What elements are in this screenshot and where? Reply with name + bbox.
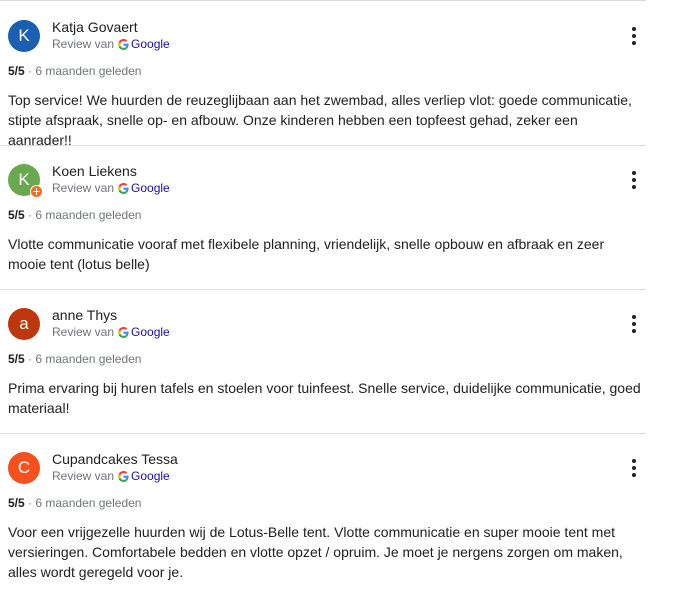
review-card: K Katja Govaert Review van Google 5/5 · 6… — [0, 0, 646, 148]
google-g-icon — [118, 39, 129, 50]
review-source-prefix: Review van — [52, 325, 115, 339]
review-source-link[interactable]: Google — [131, 37, 170, 51]
review-card: a anne Thys Review van Google 5/5 · 6 maa… — [0, 289, 646, 433]
review-source-prefix: Review van — [52, 469, 115, 483]
google-g-icon — [118, 183, 129, 194]
avatar[interactable]: K — [8, 164, 43, 198]
rating: 5/5 — [8, 64, 25, 78]
divider — [0, 145, 646, 146]
reviewer-name[interactable]: anne Thys — [52, 307, 117, 323]
review-source-prefix: Review van — [52, 181, 115, 195]
separator: · — [28, 496, 33, 510]
google-g-icon — [118, 327, 129, 338]
review-list: K Katja Govaert Review van Google 5/5 · 6… — [0, 0, 690, 595]
review-source: Review van Google — [52, 37, 170, 51]
avatar-initial: K — [18, 26, 30, 45]
review-meta: 5/5 · 6 maanden geleden — [8, 496, 141, 510]
avatar-initial: C — [17, 458, 31, 477]
more-options-button[interactable] — [626, 313, 642, 335]
review-source-prefix: Review van — [52, 37, 115, 51]
avatar-initial: a — [19, 314, 29, 333]
local-guide-badge-icon — [30, 185, 43, 198]
review-card: C Cupandcakes Tessa Review van Google 5/5… — [0, 433, 646, 595]
more-options-button[interactable] — [626, 457, 642, 479]
review-source-link[interactable]: Google — [131, 469, 170, 483]
avatar-initial: K — [18, 170, 30, 189]
review-source-link[interactable]: Google — [131, 325, 170, 339]
review-time: 6 maanden geleden — [35, 352, 142, 366]
avatar[interactable]: K — [8, 20, 40, 52]
review-text: Vlotte communicatie vooraf met flexibele… — [8, 236, 605, 272]
review-time: 6 maanden geleden — [35, 208, 142, 222]
reviewer-name[interactable]: Koen Liekens — [52, 163, 137, 179]
separator: · — [28, 352, 33, 366]
review-card: K Koen Liekens Review van Google 5/5 · 6 … — [0, 145, 646, 289]
review-source-link[interactable]: Google — [131, 181, 170, 195]
separator: · — [28, 64, 33, 78]
separator: · — [28, 208, 33, 222]
more-options-button[interactable] — [626, 25, 642, 47]
avatar[interactable]: a — [8, 308, 40, 340]
review-time: 6 maanden geleden — [35, 496, 142, 510]
divider — [0, 289, 646, 290]
review-source: Review van Google — [52, 325, 170, 339]
reviewer-name[interactable]: Cupandcakes Tessa — [52, 451, 178, 467]
review-time: 6 maanden geleden — [35, 64, 142, 78]
review-text: Prima ervaring bij huren tafels en stoel… — [8, 380, 641, 416]
rating: 5/5 — [8, 352, 25, 366]
reviewer-name[interactable]: Katja Govaert — [52, 19, 138, 35]
rating: 5/5 — [8, 208, 25, 222]
review-text: Voor een vrijgezelle huurden wij de Lotu… — [8, 524, 623, 580]
google-g-icon — [118, 471, 129, 482]
review-meta: 5/5 · 6 maanden geleden — [8, 64, 141, 78]
avatar[interactable]: C — [8, 452, 40, 484]
review-meta: 5/5 · 6 maanden geleden — [8, 352, 141, 366]
more-options-button[interactable] — [626, 169, 642, 191]
review-meta: 5/5 · 6 maanden geleden — [8, 208, 141, 222]
review-text: Top service! We huurden de reuzeglijbaan… — [8, 92, 632, 148]
review-source: Review van Google — [52, 181, 170, 195]
divider — [0, 433, 646, 434]
divider — [0, 0, 646, 1]
review-source: Review van Google — [52, 469, 170, 483]
rating: 5/5 — [8, 496, 25, 510]
